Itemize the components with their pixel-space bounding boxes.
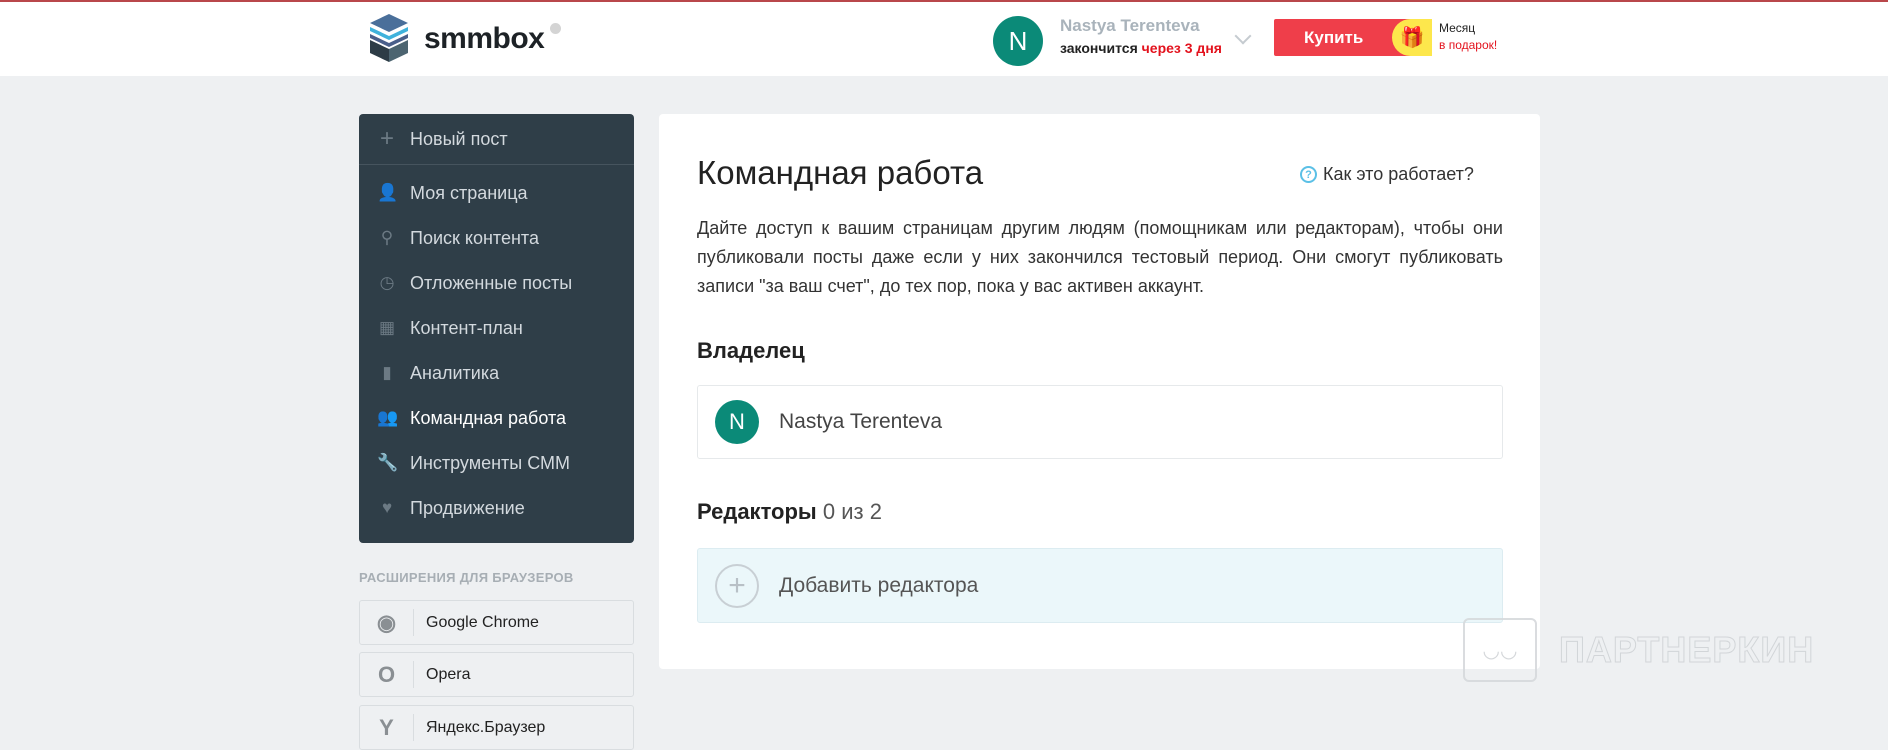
sidebar-item-content-search[interactable]: ⚲ Поиск контента [359, 218, 634, 258]
sidebar-divider [359, 164, 634, 165]
plus-icon: + [379, 125, 394, 152]
yandex-browser-icon: Y [360, 714, 414, 741]
bar-chart-icon: ▮ [382, 363, 392, 382]
sidebar-item-label: Командная работа [410, 407, 567, 428]
status-dot [550, 23, 561, 34]
chrome-icon: ◉ [360, 609, 414, 636]
clock-icon: ◷ [379, 273, 395, 292]
owner-row: N Nastya Terenteva [697, 385, 1503, 459]
sidebar-nav: + Новый пост 👤 Моя страница ⚲ Поиск контент… [359, 114, 634, 543]
buy-button[interactable]: Купить [1274, 19, 1394, 56]
extension-label: Opera [426, 665, 471, 683]
subscription-status: закончится через 3 дня [1060, 40, 1222, 56]
owner-name: Nastya Terenteva [779, 410, 943, 433]
sidebar-item-label: Инструменты СММ [410, 452, 571, 473]
sidebar-item-content-plan[interactable]: ▦ Контент-план [359, 308, 634, 348]
user-avatar[interactable]: N [993, 16, 1043, 66]
watermark: ◡◡ ПАРТНЕРКИН [1463, 618, 1814, 682]
sidebar-item-label: Поиск контента [410, 227, 539, 248]
promo-line1: Месяц [1439, 21, 1476, 35]
add-editor-button[interactable]: + Добавить редактора [697, 548, 1503, 623]
promo-line2: в подарок! [1439, 38, 1498, 52]
how-it-works-link[interactable]: ? Как это работает? [1300, 164, 1474, 185]
user-icon: 👤 [377, 183, 399, 202]
smmbox-logo-icon[interactable] [366, 12, 412, 62]
sidebar-item-analytics[interactable]: ▮ Аналитика [359, 353, 634, 393]
sidebar-item-label: Новый пост [410, 128, 508, 149]
description: Дайте доступ к вашим страницам другим лю… [697, 218, 1503, 296]
watermark-text: ПАРТНЕРКИН [1558, 629, 1815, 671]
help-icon: ? [1300, 166, 1317, 183]
watermark-logo-icon: ◡◡ [1463, 618, 1537, 682]
expires-prefix: закончится [1060, 40, 1138, 56]
calendar-icon: ▦ [378, 318, 396, 337]
owner-avatar: N [715, 400, 759, 444]
logo-text[interactable]: smmbox [424, 22, 545, 56]
sidebar-item-label: Продвижение [410, 497, 525, 518]
gift-icon[interactable]: 🎁 [1392, 19, 1432, 56]
editors-heading: Редакторы 0 из 2 [697, 499, 882, 525]
chevron-down-icon[interactable] [1234, 27, 1252, 45]
extension-opera-button[interactable]: O Opera [359, 652, 634, 697]
add-editor-label: Добавить редактора [779, 573, 979, 597]
opera-icon: O [360, 661, 414, 688]
expires-value: через 3 дня [1141, 40, 1222, 56]
sidebar-item-my-page[interactable]: 👤 Моя страница [359, 173, 634, 213]
sidebar-item-scheduled-posts[interactable]: ◷ Отложенные посты [359, 263, 634, 303]
extension-chrome-button[interactable]: ◉ Google Chrome [359, 600, 634, 645]
sidebar-item-label: Аналитика [410, 362, 500, 383]
teamwork-card: Командная работа ? Как это работает? Дайт… [659, 114, 1540, 669]
extension-label: Яндекс.Браузер [426, 718, 546, 736]
sidebar-item-label: Отложенные посты [410, 272, 573, 293]
team-icon: 👥 [377, 408, 399, 427]
sidebar-item-promotion[interactable]: ♥ Продвижение [359, 488, 634, 528]
owner-heading: Владелец [697, 338, 805, 363]
top-header: smmbox N Nastya Terenteva закончится чер… [0, 0, 1888, 76]
user-name[interactable]: Nastya Terenteva [1060, 16, 1200, 36]
extension-yandex-button[interactable]: Y Яндекс.Браузер [359, 705, 634, 750]
search-icon: ⚲ [380, 228, 394, 247]
editors-count: 0 из 2 [822, 499, 882, 524]
sidebar-item-teamwork[interactable]: 👥 Командная работа [359, 398, 634, 438]
wrench-icon: 🔧 [377, 453, 399, 472]
extensions-heading: РАСШИРЕНИЯ ДЛЯ БРАУЗЕРОВ [359, 570, 574, 585]
sidebar-item-new-post[interactable]: + Новый пост [359, 119, 634, 159]
heart-icon: ♥ [381, 498, 393, 517]
sidebar-item-label: Контент-план [410, 317, 523, 338]
help-link-label: Как это работает? [1323, 164, 1474, 184]
sidebar-item-label: Моя страница [410, 182, 528, 203]
extension-label: Google Chrome [426, 613, 539, 631]
plus-circle-icon: + [715, 563, 759, 608]
page-title: Командная работа [697, 154, 984, 191]
editors-heading-label: Редакторы [697, 499, 817, 524]
sidebar-item-smm-tools[interactable]: 🔧 Инструменты СММ [359, 443, 634, 483]
